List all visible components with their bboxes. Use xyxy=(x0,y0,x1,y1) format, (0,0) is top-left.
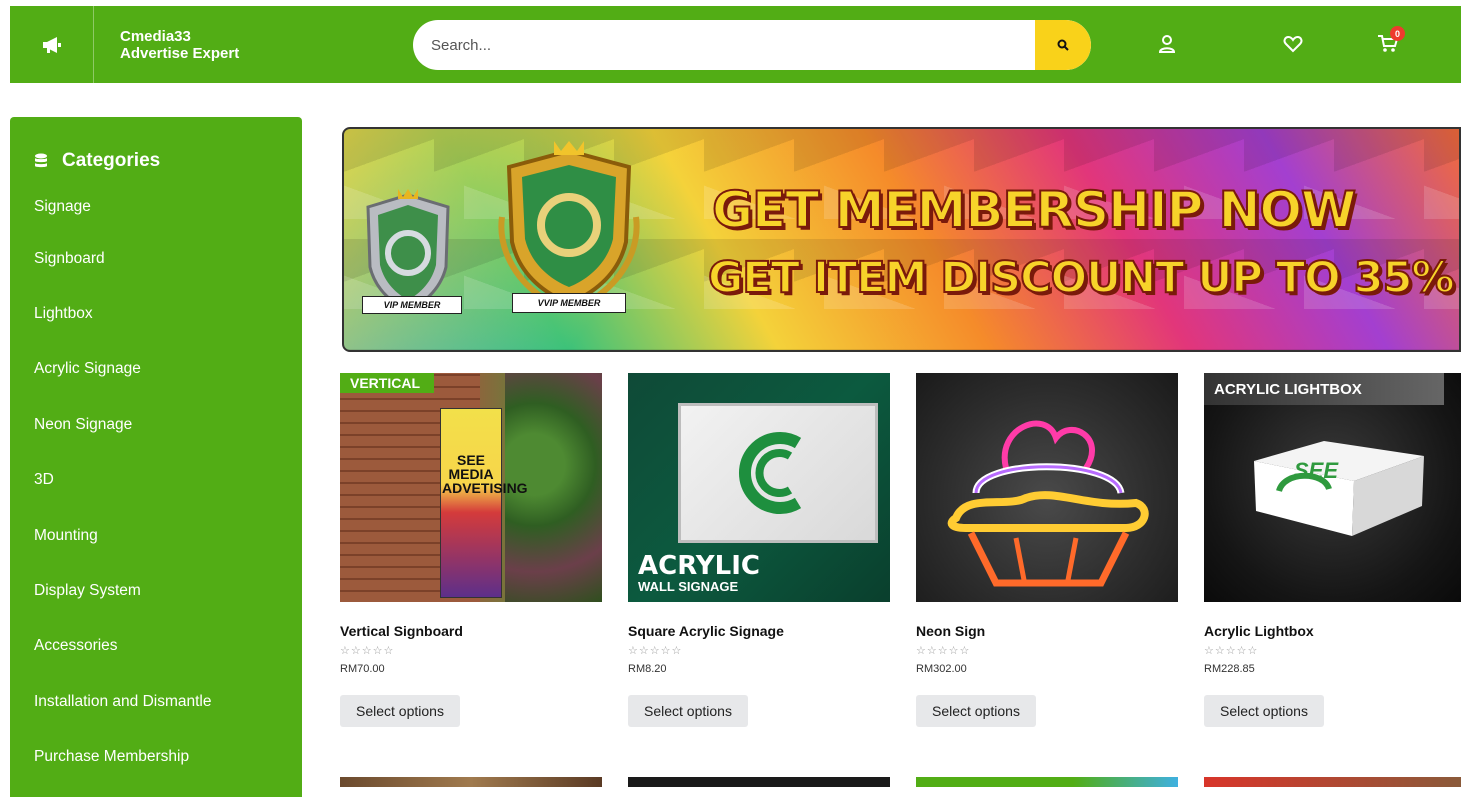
image-text-acrylic: ACRYLIC xyxy=(638,551,760,581)
category-item-mounting[interactable]: Mounting xyxy=(34,508,302,563)
select-options-button[interactable]: Select options xyxy=(628,695,748,727)
lightbox-cube-icon xyxy=(1254,441,1424,536)
user-icon xyxy=(1158,35,1176,53)
product-card: ACRYLIC WALL SIGNAGE Square Acrylic Sign… xyxy=(628,373,890,727)
search-input[interactable] xyxy=(413,20,1035,70)
product-name[interactable]: Acrylic Lightbox xyxy=(1204,623,1461,639)
account-button[interactable] xyxy=(1151,28,1183,60)
category-item-display-system[interactable]: Display System xyxy=(34,563,302,618)
product-card: SEE MEDIA ADVETISING VERTICAL Vertical S… xyxy=(340,373,602,727)
brand-logo-text[interactable]: Cmedia33 Advertise Expert xyxy=(120,28,239,62)
brand-name: Cmedia33 xyxy=(120,27,191,45)
category-item-lightbox[interactable]: Lightbox xyxy=(34,286,302,341)
product-image-teaser[interactable] xyxy=(628,777,890,787)
megaphone-icon xyxy=(42,36,61,53)
category-item-neon-signage[interactable]: Neon Signage xyxy=(34,397,302,452)
site-header: Cmedia33 Advertise Expert 0 xyxy=(10,6,1461,83)
c33-logo-icon xyxy=(738,432,802,514)
image-tag: ACRYLIC LIGHTBOX xyxy=(1214,381,1362,398)
product-name[interactable]: Square Acrylic Signage xyxy=(628,623,890,639)
categories-sidebar: Categories Signage Signboard Lightbox Ac… xyxy=(10,117,302,797)
product-price: RM228.85 xyxy=(1204,663,1255,675)
heart-icon xyxy=(1283,35,1303,53)
product-card: ACRYLIC LIGHTBOX SEE Acrylic Lightbox ☆☆… xyxy=(1204,373,1461,727)
search-bar xyxy=(413,20,1091,70)
product-name[interactable]: Vertical Signboard xyxy=(340,623,602,639)
category-item-membership[interactable]: Purchase Membership xyxy=(34,730,302,785)
megaphone-button[interactable] xyxy=(10,6,94,83)
category-item-installation[interactable]: Installation and Dismantle xyxy=(34,674,302,729)
neon-cupcake-icon xyxy=(947,420,1149,587)
wishlist-button[interactable] xyxy=(1277,28,1309,60)
category-item-3d[interactable]: 3D xyxy=(34,453,302,508)
product-price: RM70.00 xyxy=(340,663,385,675)
image-text-wall-signage: WALL SIGNAGE xyxy=(638,579,739,594)
brand-tagline: Advertise Expert xyxy=(120,44,240,62)
search-button[interactable] xyxy=(1035,20,1091,70)
image-logo-text: SEE xyxy=(1294,458,1339,483)
select-options-button[interactable]: Select options xyxy=(1204,695,1324,727)
product-price: RM302.00 xyxy=(916,663,967,675)
product-card: Neon Sign ☆☆☆☆☆ RM302.00 Select options xyxy=(916,373,1178,727)
rating-stars: ☆☆☆☆☆ xyxy=(1204,645,1259,657)
vip-ribbon: VIP MEMBER xyxy=(362,296,462,314)
category-list: Signage Signboard Lightbox Acrylic Signa… xyxy=(10,183,302,785)
product-image[interactable]: SEE MEDIA ADVETISING VERTICAL xyxy=(340,373,602,602)
vvip-shield-icon xyxy=(498,141,640,306)
product-image[interactable] xyxy=(916,373,1178,602)
search-icon xyxy=(1057,39,1069,51)
rating-stars: ☆☆☆☆☆ xyxy=(340,645,395,657)
product-tag: VERTICAL xyxy=(340,373,434,393)
categories-title: Categories xyxy=(62,150,161,171)
banner-headline: GET MEMBERSHIP NOW xyxy=(711,180,1357,240)
rating-stars: ☆☆☆☆☆ xyxy=(916,645,971,657)
cart-button[interactable]: 0 xyxy=(1372,26,1405,60)
product-name[interactable]: Neon Sign xyxy=(916,623,1178,639)
categories-header: Categories xyxy=(10,117,302,183)
category-item-signage[interactable]: Signage xyxy=(34,183,302,231)
database-icon xyxy=(35,153,47,168)
banner-subheadline: GET ITEM DISCOUNT UP TO 35% xyxy=(707,252,1456,304)
cart-count-badge: 0 xyxy=(1390,26,1405,41)
product-price: RM8.20 xyxy=(628,663,667,675)
vvip-ribbon: VVIP MEMBER xyxy=(512,293,626,313)
select-options-button[interactable]: Select options xyxy=(340,695,460,727)
select-options-button[interactable]: Select options xyxy=(916,695,1036,727)
category-item-acrylic-signage[interactable]: Acrylic Signage xyxy=(34,342,302,397)
membership-banner[interactable]: VIP MEMBER VVIP MEMBER GET MEMBERSHIP NO… xyxy=(342,127,1461,352)
category-item-accessories[interactable]: Accessories xyxy=(34,619,302,674)
product-image[interactable]: ACRYLIC LIGHTBOX SEE xyxy=(1204,373,1461,602)
product-image[interactable]: ACRYLIC WALL SIGNAGE xyxy=(628,373,890,602)
category-item-signboard[interactable]: Signboard xyxy=(34,231,302,286)
product-image-teaser[interactable] xyxy=(916,777,1178,787)
image-sign-text: SEE MEDIA ADVETISING xyxy=(442,452,528,496)
rating-stars: ☆☆☆☆☆ xyxy=(628,645,683,657)
product-image-teaser[interactable] xyxy=(1204,777,1461,787)
product-image-teaser[interactable] xyxy=(340,777,602,787)
